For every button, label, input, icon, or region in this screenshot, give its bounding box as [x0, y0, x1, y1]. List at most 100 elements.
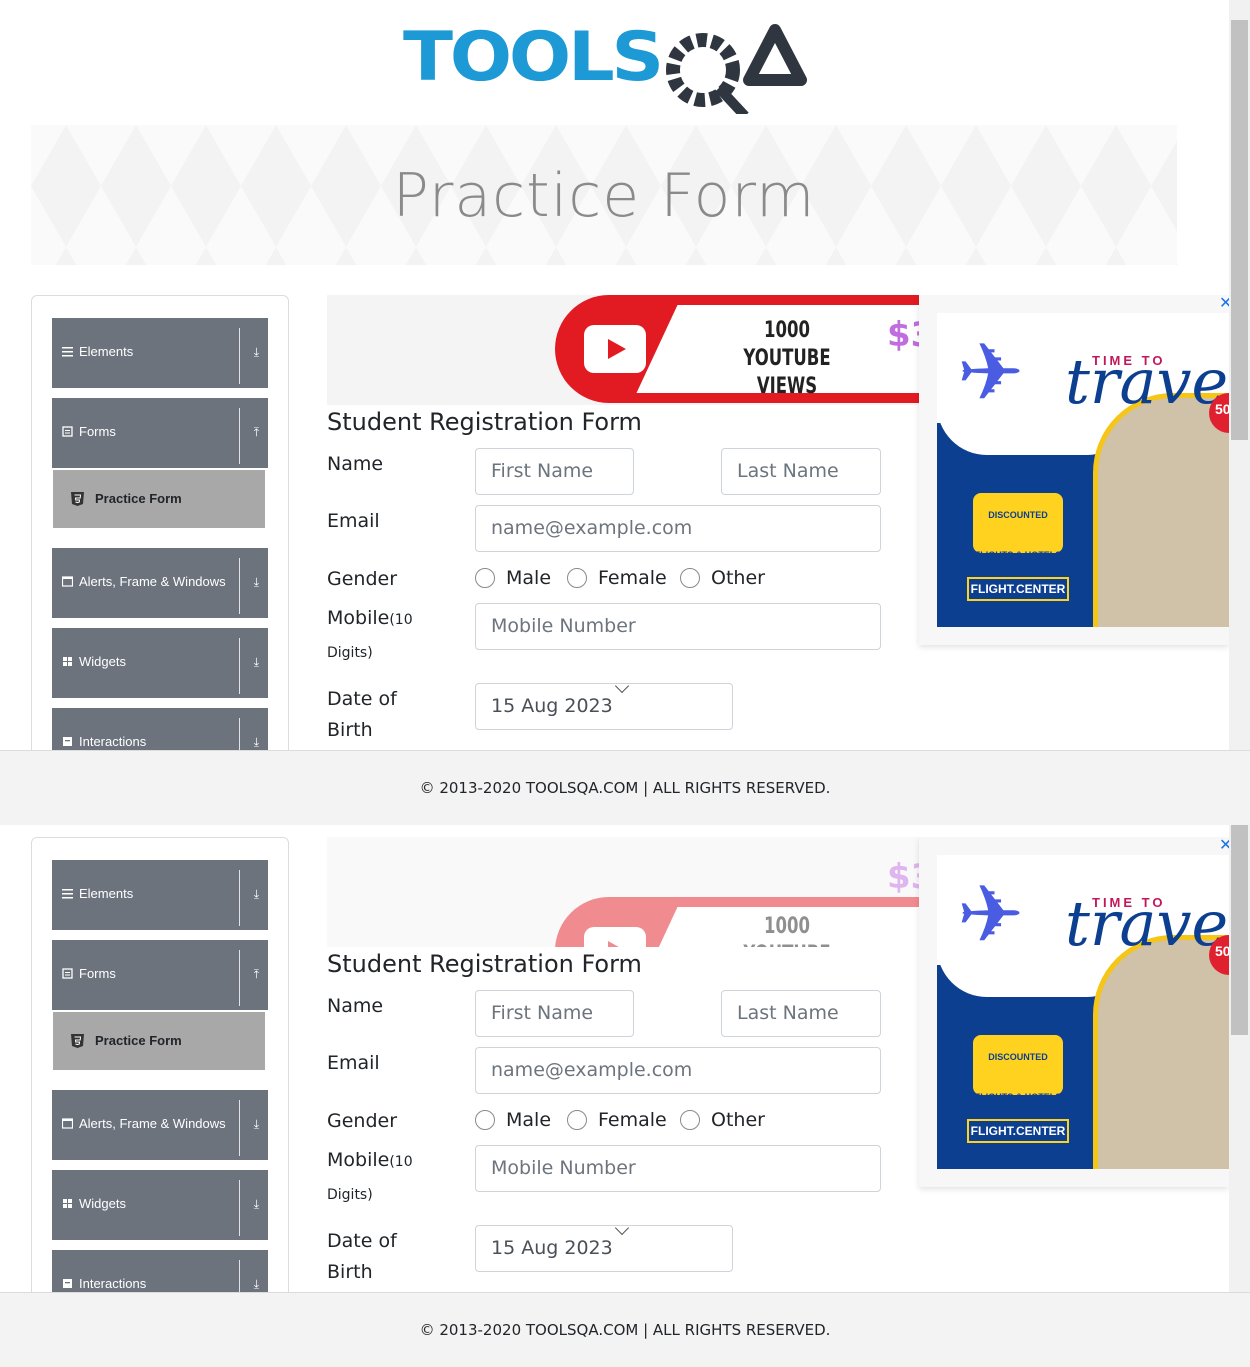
- main-content: Elements ⤓ Forms ⤒ Practice Form Alerts,…: [0, 295, 1229, 750]
- ad-travel: travel: [1065, 345, 1229, 418]
- divider: [239, 638, 240, 694]
- radio-label: Female: [598, 1109, 667, 1131]
- expand-icon[interactable]: ⤓: [254, 655, 259, 670]
- mobile-input[interactable]: Mobile Number: [475, 603, 881, 650]
- gender-female-radio[interactable]: Female: [567, 567, 667, 589]
- divider: [239, 328, 240, 384]
- email-label: Email: [327, 1052, 380, 1074]
- play-icon: [584, 927, 646, 947]
- divider: [239, 408, 240, 464]
- sidebar: Elements ⤓ Forms ⤒ Practice Form Alerts,…: [31, 295, 289, 750]
- gender-male-radio[interactable]: Male: [475, 567, 551, 589]
- form-title: Student Registration Form: [327, 950, 642, 978]
- ad-line1: 1000: [764, 318, 810, 343]
- ad-badge: $3: [887, 857, 919, 897]
- sidebar-item-practice-form[interactable]: Practice Form: [53, 1012, 265, 1070]
- scrollbar-thumb[interactable]: [1231, 20, 1248, 440]
- grid-icon: [63, 657, 72, 666]
- radio-label: Male: [506, 1109, 552, 1131]
- expand-icon[interactable]: ⤓: [254, 575, 259, 590]
- toolsqa-logo[interactable]: TOOLS: [403, 18, 807, 114]
- email-input[interactable]: name@example.com: [475, 1047, 881, 1094]
- gender-other-radio[interactable]: Other: [680, 567, 765, 589]
- sidebar-group-alerts[interactable]: Alerts, Frame & Windows ⤓: [52, 1090, 268, 1160]
- sidebar-group-label: Forms: [79, 966, 116, 981]
- dob-label-line: Birth: [327, 1261, 373, 1283]
- email-label: Email: [327, 510, 380, 532]
- radio-circle[interactable]: [567, 568, 587, 588]
- expand-icon[interactable]: ⤓: [254, 887, 259, 902]
- radio-circle[interactable]: [567, 1110, 587, 1130]
- sidebar-group-label: Elements: [79, 886, 134, 901]
- dob-label: Date of Birth: [327, 1226, 397, 1288]
- email-input[interactable]: name@example.com: [475, 505, 881, 552]
- last-name-input[interactable]: Last Name: [721, 448, 881, 495]
- divider: [239, 718, 240, 750]
- page-scrollbar-bottom[interactable]: [1229, 825, 1250, 1292]
- radio-circle[interactable]: [680, 1110, 700, 1130]
- sidebar-group-forms[interactable]: Forms ⤒: [52, 940, 268, 1010]
- ad-image[interactable]: ✈ TIME TO travel 50 O DISCOUNTEDFLIGHTS …: [937, 313, 1229, 627]
- name-label: Name: [327, 453, 384, 475]
- ad-promo: DISCOUNTED FLIGHTS & HOTELS: [973, 493, 1063, 560]
- sidebar-group-widgets[interactable]: Widgets ⤓: [52, 628, 268, 698]
- mobile-hint: Digits): [327, 645, 373, 661]
- last-name-input[interactable]: Last Name: [721, 990, 881, 1037]
- ad-badge: $3: [887, 315, 919, 355]
- date-of-birth-input[interactable]: 15 Aug 2023: [475, 1225, 733, 1272]
- expand-icon[interactable]: ⤓: [254, 1117, 259, 1132]
- youtube-ad-banner[interactable]: 1000 YOUTUBE VIEWS $3: [327, 295, 919, 405]
- sidebar-item-practice-form[interactable]: Practice Form: [53, 470, 265, 528]
- ad-line1: 1000: [764, 914, 810, 939]
- grid-icon: [63, 1199, 72, 1208]
- sidebar-group-label: Alerts, Frame & Windows: [79, 1116, 226, 1131]
- sidebar-group-elements[interactable]: Elements ⤓: [52, 860, 268, 930]
- gender-other-radio[interactable]: Other: [680, 1109, 765, 1131]
- youtube-ad-banner[interactable]: 1000 YOUTUBE VIEWS $3: [327, 837, 919, 947]
- sidebar-group-interactions[interactable]: Interactions ⤓: [52, 1250, 268, 1292]
- play-icon: [584, 325, 646, 373]
- sidebar-group-alerts[interactable]: Alerts, Frame & Windows ⤓: [52, 548, 268, 618]
- main-content: Elements ⤓ Forms ⤒ Practice Form Alerts,…: [0, 837, 1229, 1292]
- expand-icon[interactable]: ⤓: [254, 735, 259, 750]
- mobile-hint: (10: [389, 612, 413, 628]
- page-title: Practice Form: [392, 161, 816, 231]
- page-scrollbar-top[interactable]: [1229, 0, 1250, 750]
- gender-male-radio[interactable]: Male: [475, 1109, 551, 1131]
- divider: [239, 1180, 240, 1236]
- sidebar-group-widgets[interactable]: Widgets ⤓: [52, 1170, 268, 1240]
- travel-ad[interactable]: ✕ ✈ TIME TO travel 50 O DISCOUNTEDFLIGHT…: [919, 295, 1229, 645]
- collapse-icon[interactable]: ⤒: [254, 967, 259, 982]
- sidebar-group-elements[interactable]: Elements ⤓: [52, 318, 268, 388]
- ad-image[interactable]: ✈ TIME TO travel 50 O DISCOUNTEDFLIGHTS …: [937, 855, 1229, 1169]
- scrollbar-thumb[interactable]: [1231, 825, 1248, 1035]
- travel-ad[interactable]: ✕ ✈ TIME TO travel 50 O DISCOUNTEDFLIGHT…: [919, 837, 1229, 1187]
- gender-female-radio[interactable]: Female: [567, 1109, 667, 1131]
- sidebar-group-forms[interactable]: Forms ⤒: [52, 398, 268, 468]
- close-icon[interactable]: ✕: [1219, 295, 1229, 313]
- ad-line2: YOUTUBE VIEWS: [743, 942, 830, 947]
- collapse-icon[interactable]: ⤒: [254, 425, 259, 440]
- mobile-input[interactable]: Mobile Number: [475, 1145, 881, 1192]
- expand-icon[interactable]: ⤓: [254, 1197, 259, 1212]
- list-icon: [62, 889, 73, 899]
- sidebar-group-interactions[interactable]: Interactions ⤓: [52, 708, 268, 750]
- first-name-input[interactable]: First Name: [475, 990, 634, 1037]
- footer: © 2013-2020 TOOLSQA.COM | ALL RIGHTS RES…: [0, 750, 1250, 825]
- divider: [239, 1100, 240, 1156]
- ad-photo: [1093, 393, 1229, 627]
- radio-circle[interactable]: [475, 1110, 495, 1130]
- file-icon: [62, 426, 73, 437]
- date-of-birth-input[interactable]: 15 Aug 2023: [475, 683, 733, 730]
- footer: © 2013-2020 TOOLSQA.COM | ALL RIGHTS RES…: [0, 1292, 1250, 1367]
- gender-label: Gender: [327, 1110, 398, 1132]
- radio-circle[interactable]: [475, 568, 495, 588]
- expand-icon[interactable]: ⤓: [254, 1277, 259, 1292]
- radio-circle[interactable]: [680, 568, 700, 588]
- expand-icon[interactable]: ⤓: [254, 345, 259, 360]
- ad-photo: [1093, 935, 1229, 1169]
- sidebar-group-label: Elements: [79, 344, 134, 359]
- dob-label-line: Date of: [327, 1230, 397, 1252]
- first-name-input[interactable]: First Name: [475, 448, 634, 495]
- close-icon[interactable]: ✕: [1219, 837, 1229, 855]
